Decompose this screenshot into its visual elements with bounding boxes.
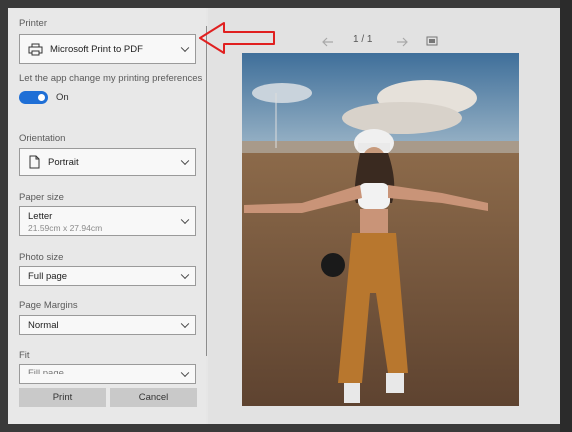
fit-select[interactable]: Fill page	[19, 364, 196, 384]
photo-size-label: Photo size	[19, 252, 64, 263]
chevron-down-icon	[180, 368, 190, 378]
chevron-down-icon	[180, 43, 190, 53]
orientation-select[interactable]: Portrait	[19, 148, 196, 176]
toggle-state-label: On	[56, 92, 69, 103]
chevron-down-icon	[180, 270, 190, 280]
chevron-down-icon	[180, 215, 190, 225]
fit-page-icon[interactable]	[426, 33, 438, 51]
paper-size-label: Paper size	[19, 192, 64, 203]
fit-value: Fill page	[28, 368, 64, 379]
preview-photo	[242, 53, 519, 406]
photo-size-value: Full page	[28, 271, 68, 282]
arrow-left-icon[interactable]	[322, 34, 334, 52]
orientation-label: Orientation	[19, 133, 66, 144]
fit-label: Fit	[19, 350, 30, 361]
page-indicator: 1 / 1	[353, 34, 373, 45]
page-icon	[29, 155, 40, 174]
paper-size-dimensions: 21.59cm x 27.94cm	[28, 223, 103, 233]
printer-icon	[28, 43, 43, 61]
paper-size-value: Letter	[28, 211, 53, 222]
orientation-value: Portrait	[48, 157, 79, 168]
preferences-label: Let the app change my printing preferenc…	[19, 73, 203, 84]
cancel-button[interactable]: Cancel	[110, 388, 197, 407]
chevron-down-icon	[180, 156, 190, 166]
print-button[interactable]: Print	[19, 388, 106, 407]
page-margins-label: Page Margins	[19, 300, 78, 311]
printer-select[interactable]: Microsoft Print to PDF	[19, 34, 196, 64]
printer-label: Printer	[19, 18, 47, 29]
page-margins-value: Normal	[28, 320, 59, 331]
arrow-right-icon[interactable]	[396, 34, 408, 52]
window-edge	[560, 0, 572, 432]
annotation-arrow-icon	[198, 20, 278, 61]
panel-divider	[206, 26, 207, 356]
preferences-toggle[interactable]	[19, 91, 48, 104]
chevron-down-icon	[180, 319, 190, 329]
page-margins-select[interactable]: Normal	[19, 315, 196, 335]
settings-panel: Printer Microsoft Print to PDF Let the a…	[8, 8, 206, 424]
photo-size-select[interactable]: Full page	[19, 266, 196, 286]
print-dialog: Printer Microsoft Print to PDF Let the a…	[8, 8, 560, 424]
toggle-knob	[38, 94, 45, 101]
printer-value: Microsoft Print to PDF	[50, 44, 143, 55]
paper-size-select[interactable]: Letter 21.59cm x 27.94cm	[19, 206, 196, 236]
